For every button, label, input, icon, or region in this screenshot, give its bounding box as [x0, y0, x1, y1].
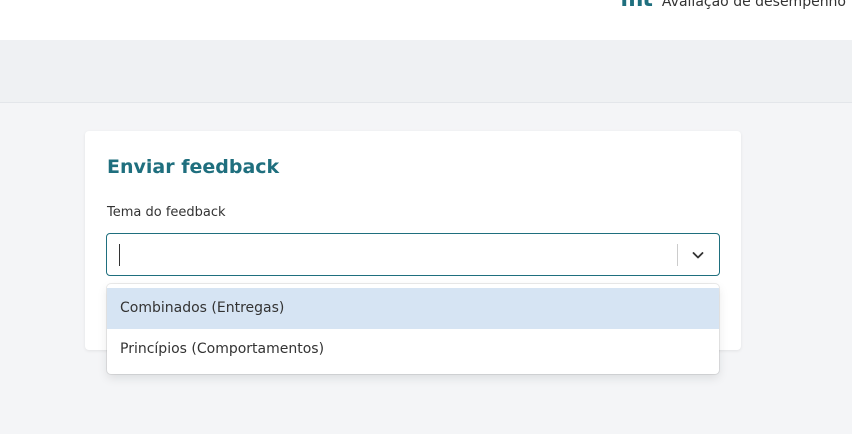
card-title: Enviar feedback: [107, 156, 280, 178]
brand-mark: mt: [620, 0, 652, 11]
chevron-down-icon[interactable]: [690, 247, 706, 263]
tema-select[interactable]: [106, 233, 720, 276]
option-combinados[interactable]: Combinados (Entregas): [107, 288, 719, 329]
brand-text: Avaliação de desempenho: [661, 0, 846, 10]
field-label-tema: Tema do feedback: [107, 205, 226, 220]
tema-select-input[interactable]: [119, 244, 659, 266]
top-header: mt Avaliação de desempenho: [0, 0, 852, 40]
dropdown-menu: Combinados (Entregas) Princípios (Compor…: [107, 284, 719, 374]
select-separator: [677, 244, 678, 266]
text-cursor: [119, 244, 120, 266]
brand-logo[interactable]: mt Avaliação de desempenho: [620, 0, 846, 11]
sub-header-bar: [0, 40, 852, 103]
option-principios[interactable]: Princípios (Comportamentos): [107, 329, 719, 370]
